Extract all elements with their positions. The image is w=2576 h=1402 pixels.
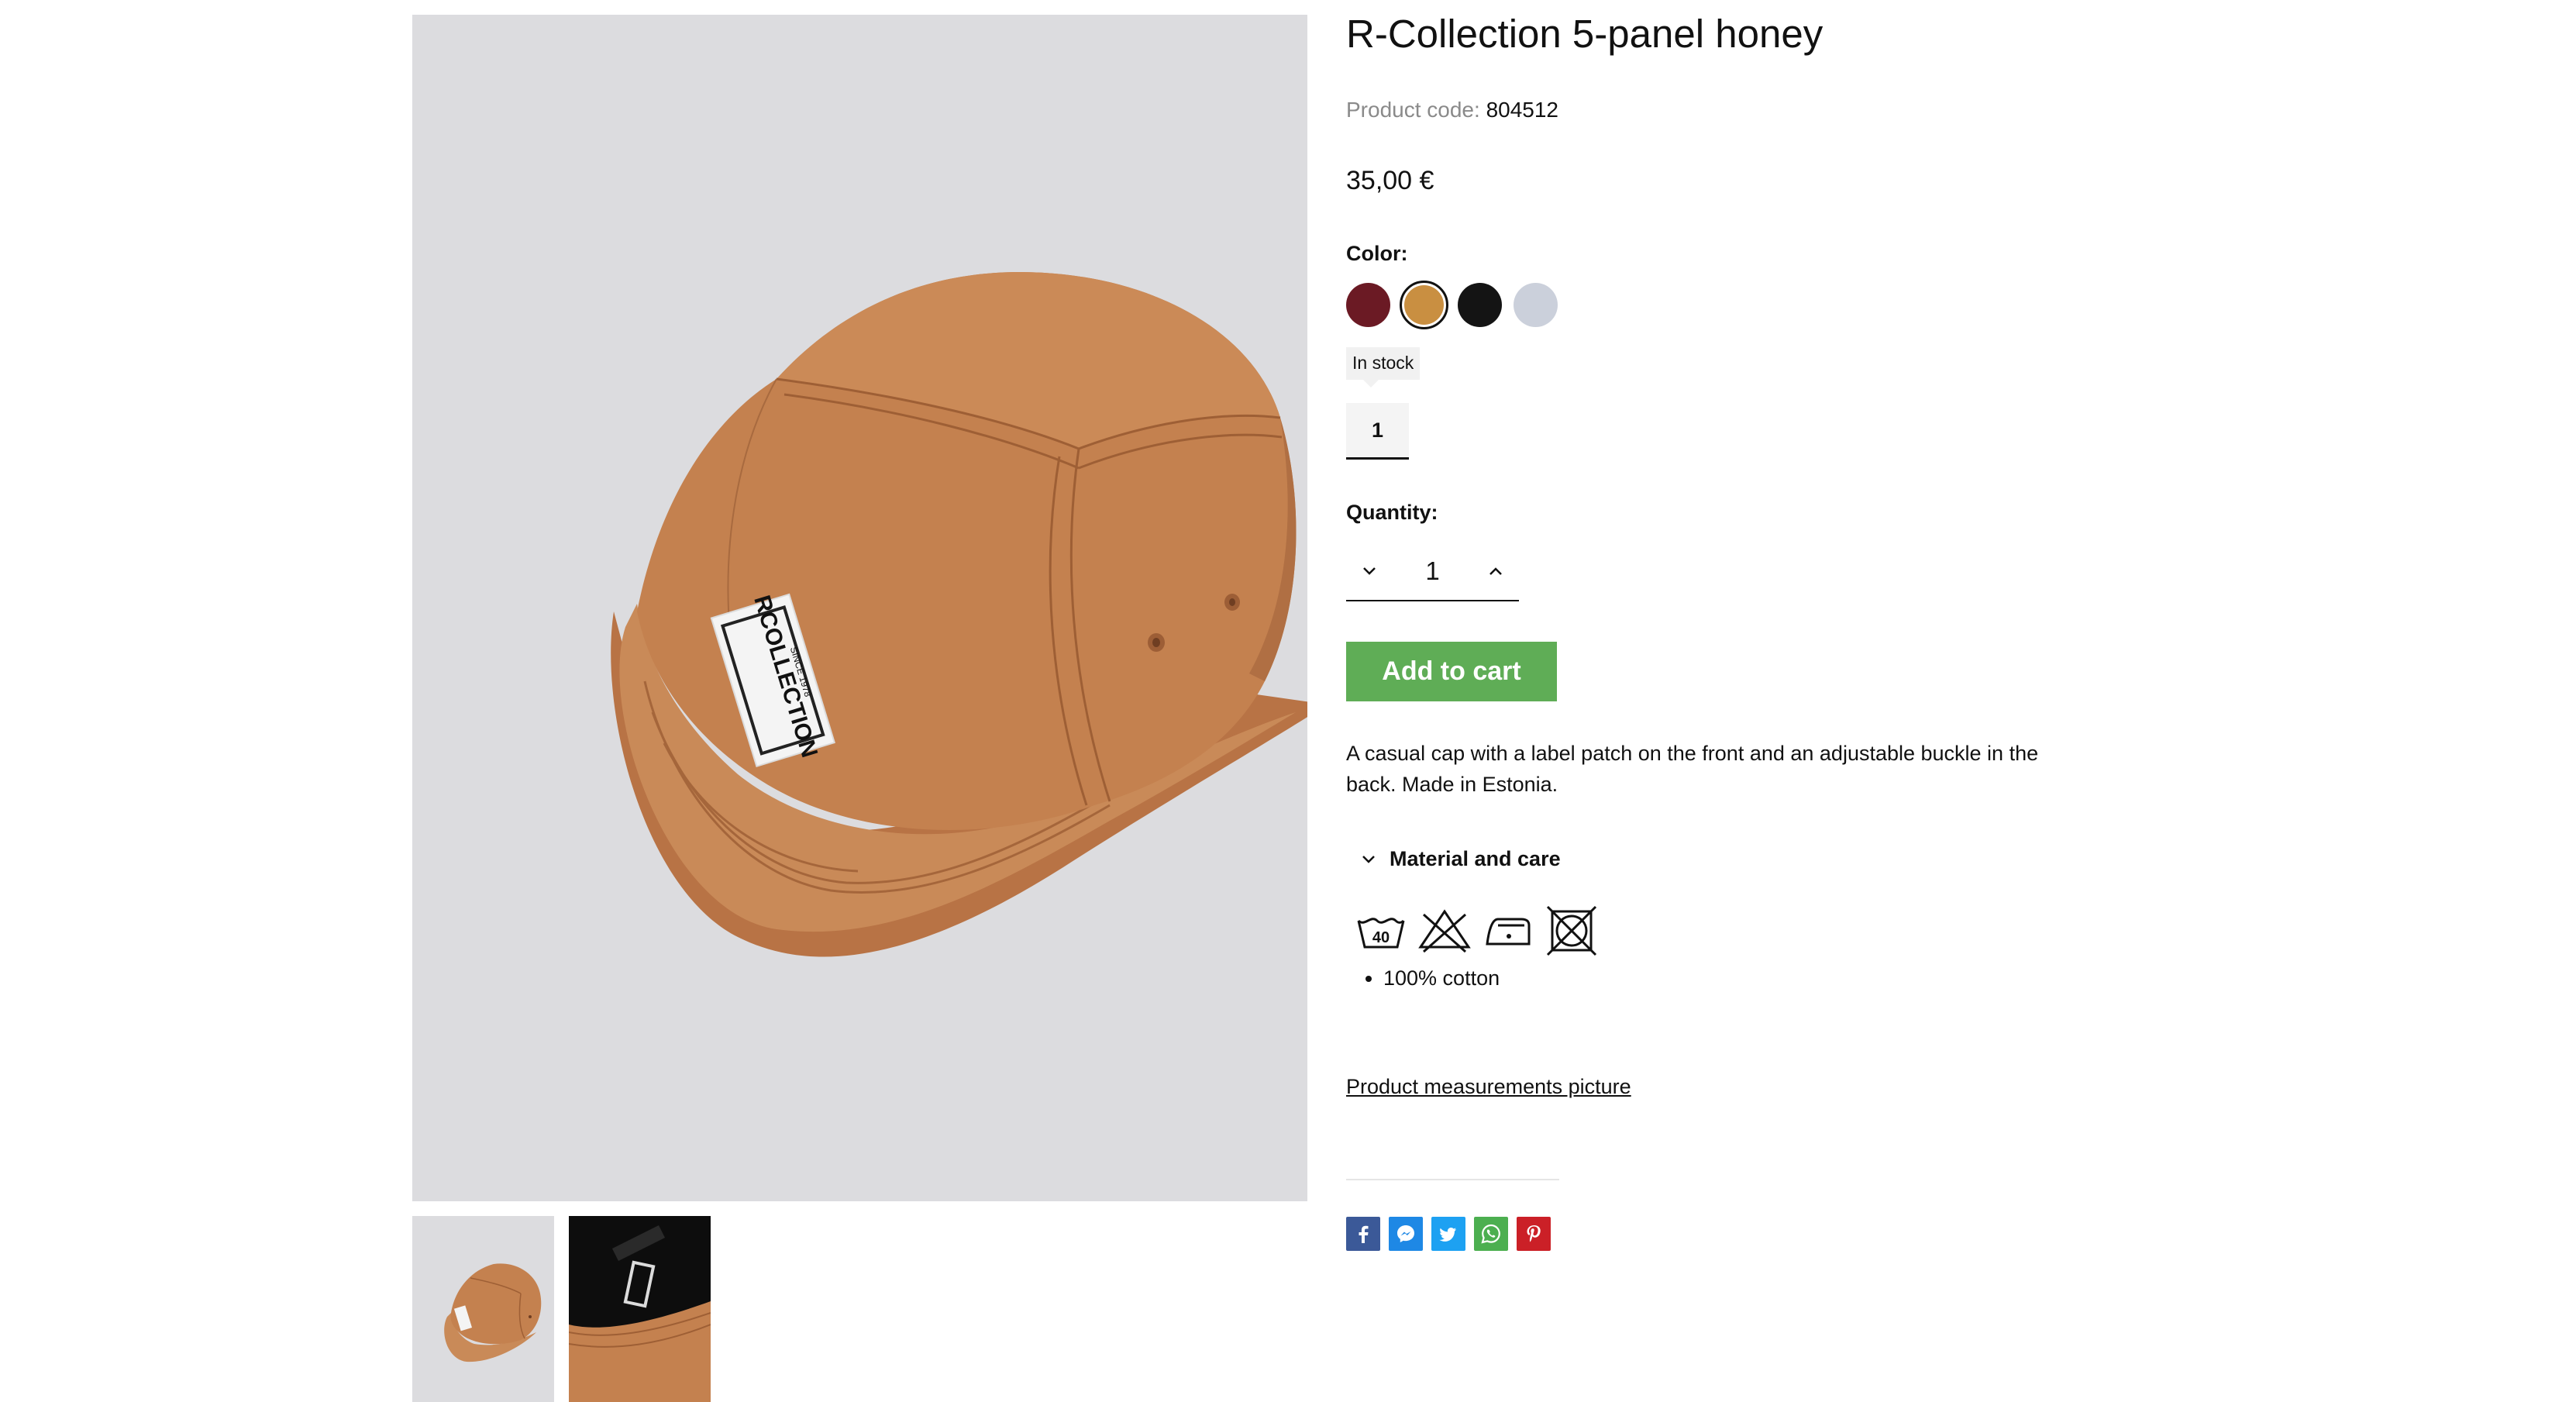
color-swatch-honey[interactable] — [1400, 281, 1448, 329]
whatsapp-icon[interactable] — [1474, 1217, 1508, 1251]
color-swatches — [1346, 281, 1558, 329]
iron-low-icon — [1481, 904, 1535, 958]
chevron-down-icon — [1362, 567, 1376, 575]
quantity-label: Quantity: — [1346, 501, 1438, 524]
quantity-increase-button[interactable] — [1473, 548, 1520, 594]
wash-temp: 40 — [1372, 929, 1390, 946]
thumbnail-front[interactable] — [412, 1216, 554, 1402]
no-bleach-icon — [1417, 904, 1472, 958]
product-code: Product code: 804512 — [1346, 98, 1558, 122]
main-product-image[interactable]: RCOLLECTION SINCE 1978 — [412, 15, 1307, 1201]
thumbnail-back[interactable] — [569, 1216, 711, 1402]
material-care-toggle[interactable]: Material and care — [1362, 847, 1561, 871]
stock-tooltip: In stock — [1346, 347, 1421, 388]
chevron-down-icon — [1362, 855, 1375, 863]
product-price: 35,00 € — [1346, 166, 1434, 195]
color-swatch-burgundy[interactable] — [1346, 283, 1390, 327]
variant-option[interactable]: 1 — [1346, 403, 1409, 460]
cap-back-thumbnail-icon — [569, 1216, 711, 1402]
quantity-input[interactable] — [1392, 556, 1473, 587]
product-code-label: Product code: — [1346, 98, 1480, 122]
divider — [1346, 1179, 1559, 1180]
material-item: 100% cotton — [1383, 966, 1500, 990]
color-swatch-black[interactable] — [1458, 283, 1502, 327]
material-list: 100% cotton — [1346, 966, 1500, 990]
add-to-cart-button[interactable]: Add to cart — [1346, 642, 1557, 701]
material-care-title: Material and care — [1390, 847, 1561, 870]
product-code-value: 804512 — [1486, 98, 1558, 122]
cap-illustration: RCOLLECTION SINCE 1978 — [611, 271, 1307, 957]
share-buttons — [1346, 1217, 1551, 1251]
messenger-icon[interactable] — [1389, 1217, 1423, 1251]
care-icons: 40 — [1354, 904, 1599, 958]
no-tumble-dry-icon — [1545, 904, 1599, 958]
measurements-link[interactable]: Product measurements picture — [1346, 1075, 1631, 1099]
quantity-stepper — [1346, 543, 1519, 601]
chevron-up-icon — [1489, 567, 1503, 575]
twitter-icon[interactable] — [1431, 1217, 1465, 1251]
wash-40-icon: 40 — [1354, 904, 1408, 958]
pinterest-icon[interactable] — [1517, 1217, 1551, 1251]
color-label: Color: — [1346, 242, 1408, 265]
product-page: RCOLLECTION SINCE 1978 R-Collection 5-pa… — [0, 0, 2576, 1402]
cap-thumbnail-icon — [444, 1263, 542, 1362]
product-description: A casual cap with a label patch on the f… — [1346, 742, 2039, 796]
color-swatch-light-grey[interactable] — [1514, 283, 1558, 327]
facebook-icon[interactable] — [1346, 1217, 1380, 1251]
product-title: R-Collection 5-panel honey — [1346, 12, 1824, 56]
quantity-decrease-button[interactable] — [1346, 548, 1393, 594]
